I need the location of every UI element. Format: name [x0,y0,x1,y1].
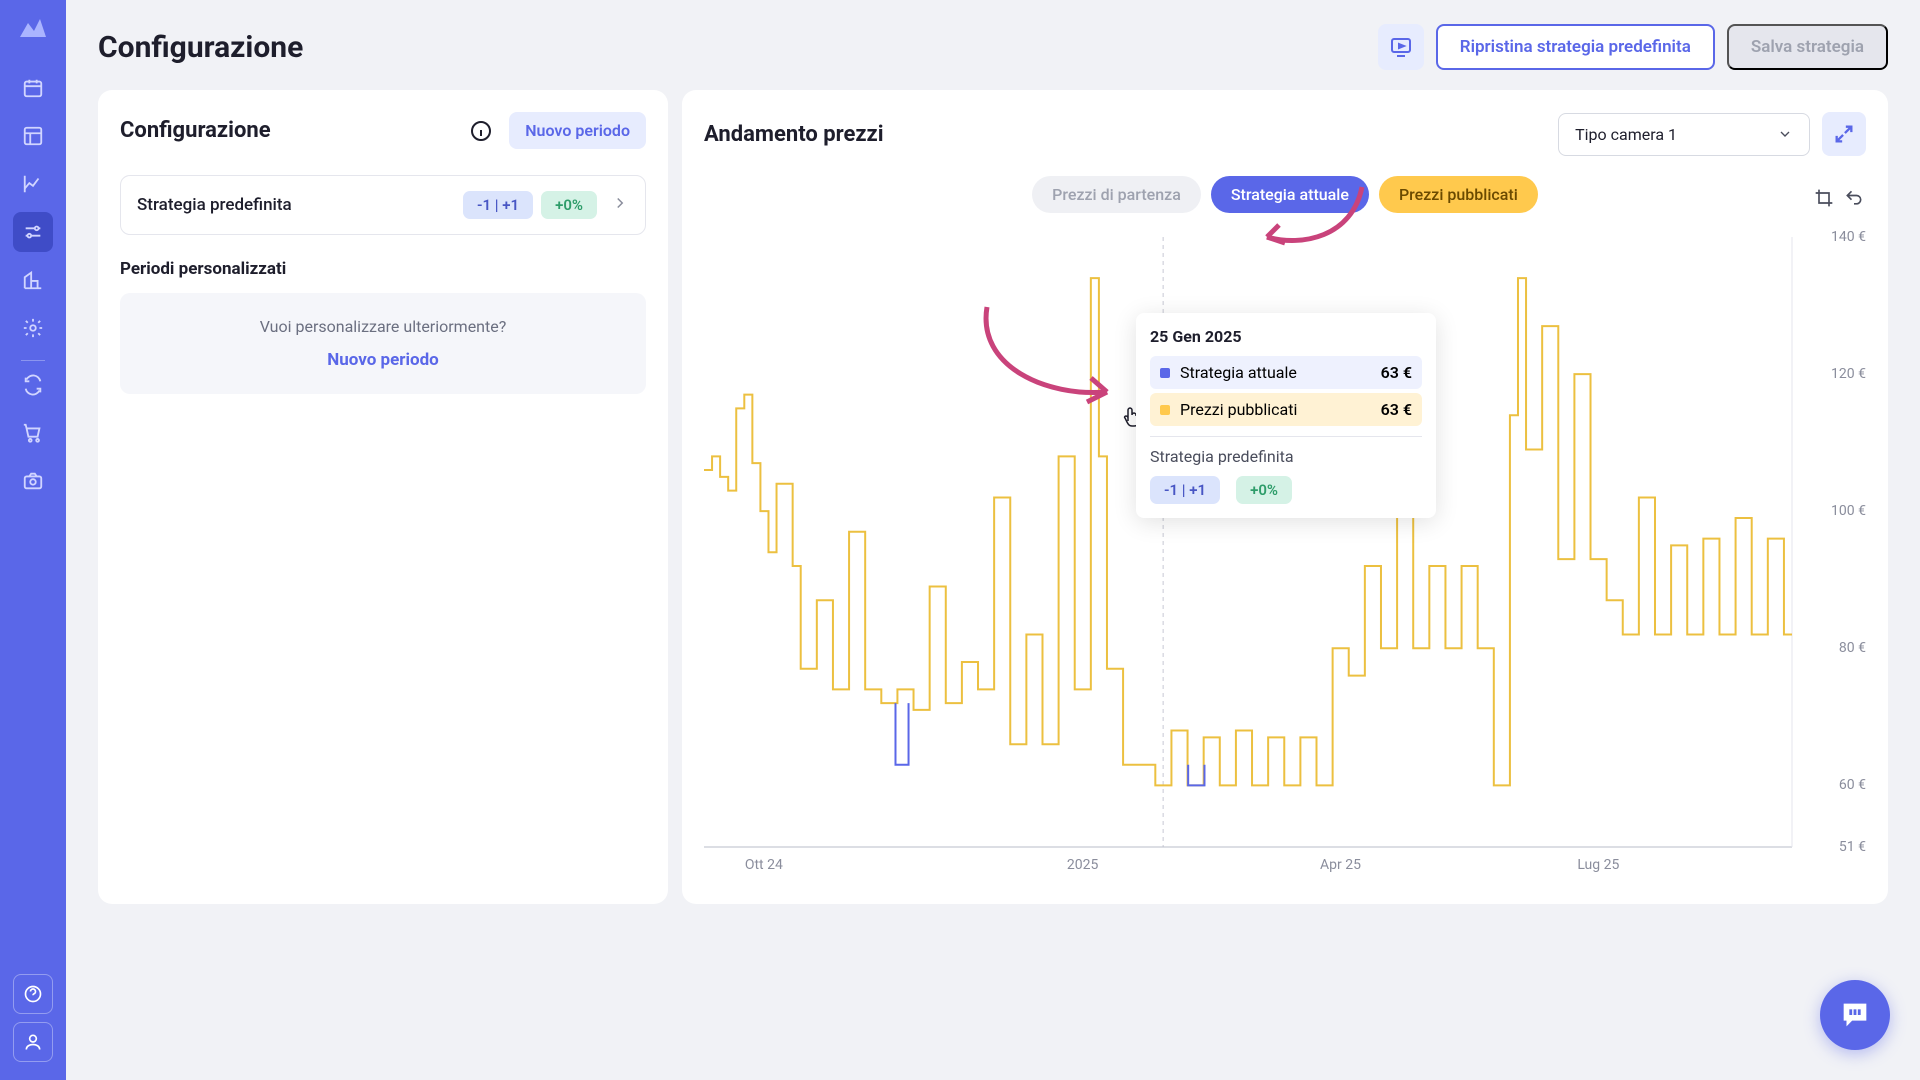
nav-cart[interactable] [13,413,53,453]
trend-panel: Andamento prezzi Tipo camera 1 Prezzi di… [682,90,1888,904]
tooltip-pct-pill: +0% [1236,476,1292,504]
range-pill: -1 | +1 [463,191,533,219]
tooltip-date: 25 Gen 2025 [1150,327,1422,346]
page-title: Configurazione [98,30,303,65]
trend-title: Andamento prezzi [704,122,884,147]
x-axis-label: Lug 25 [1577,857,1619,873]
y-axis-label: 120 € [1831,366,1866,382]
tooltip-range-pill: -1 | +1 [1150,476,1220,504]
nav-calendar[interactable] [13,68,53,108]
support-chat-button[interactable] [1820,980,1890,1050]
save-strategy-button[interactable]: Salva strategia [1727,24,1888,70]
nav-user[interactable] [13,1022,53,1062]
nav-settings[interactable] [13,308,53,348]
y-axis-label: 100 € [1831,503,1866,519]
sidebar [0,0,66,1080]
y-axis-label: 60 € [1839,777,1866,793]
info-icon[interactable] [469,119,493,143]
chart-tools [1812,186,1866,210]
annotation-arrow-2 [967,297,1137,417]
y-axis-label: 80 € [1839,640,1866,656]
sidebar-divider [21,360,45,361]
x-axis-label: Ott 24 [745,857,783,873]
tooltip-row-current: Strategia attuale 63 € [1150,356,1422,389]
price-chart[interactable]: 140 €120 €100 €80 €60 €51 € Ott 242025Ap… [704,237,1866,877]
custom-prompt: Vuoi personalizzare ulteriormente? [144,317,622,336]
chip-starting-prices[interactable]: Prezzi di partenza [1032,176,1201,213]
x-axis-label: Apr 25 [1320,857,1361,873]
y-axis-label: 140 € [1831,229,1866,245]
nav-camera[interactable] [13,461,53,501]
pct-pill: +0% [541,191,597,219]
config-title: Configurazione [120,118,271,143]
expand-chart-button[interactable] [1822,112,1866,156]
tooltip-row-published: Prezzi pubblicati 63 € [1150,393,1422,426]
room-type-select[interactable]: Tipo camera 1 [1558,113,1810,156]
x-axis-label: 2025 [1067,857,1098,873]
tutorial-button[interactable] [1378,24,1424,70]
nav-buildings[interactable] [13,260,53,300]
restore-strategy-button[interactable]: Ripristina strategia predefinita [1436,24,1715,70]
config-panel: Configurazione Nuovo periodo Strategia p… [98,90,668,904]
app-logo [17,14,49,40]
custom-periods-title: Periodi personalizzati [120,259,646,279]
chart-tooltip: 25 Gen 2025 Strategia attuale 63 € Prezz… [1136,313,1436,518]
nav-sync[interactable] [13,365,53,405]
room-type-value: Tipo camera 1 [1575,125,1677,144]
nav-layout[interactable] [13,116,53,156]
y-axis-label: 51 € [1839,839,1866,855]
nav-help[interactable] [13,974,53,1014]
chevron-down-icon [1777,126,1793,142]
custom-periods-box: Vuoi personalizzare ulteriormente? Nuovo… [120,293,646,394]
nav-sliders[interactable] [13,212,53,252]
crop-tool-icon[interactable] [1812,186,1836,210]
undo-icon[interactable] [1842,186,1866,210]
chevron-right-icon [611,194,629,216]
annotation-arrow-1 [1252,177,1372,277]
page-header: Configurazione Ripristina strategia pred… [98,24,1888,70]
tooltip-strategy-label: Strategia predefinita [1150,447,1422,466]
strategy-label: Strategia predefinita [137,195,292,215]
custom-new-period-link[interactable]: Nuovo periodo [327,350,439,370]
nav-chart[interactable] [13,164,53,204]
chip-published-prices[interactable]: Prezzi pubblicati [1379,176,1538,213]
default-strategy-row[interactable]: Strategia predefinita -1 | +1 +0% [120,175,646,235]
new-period-button[interactable]: Nuovo periodo [509,112,646,149]
